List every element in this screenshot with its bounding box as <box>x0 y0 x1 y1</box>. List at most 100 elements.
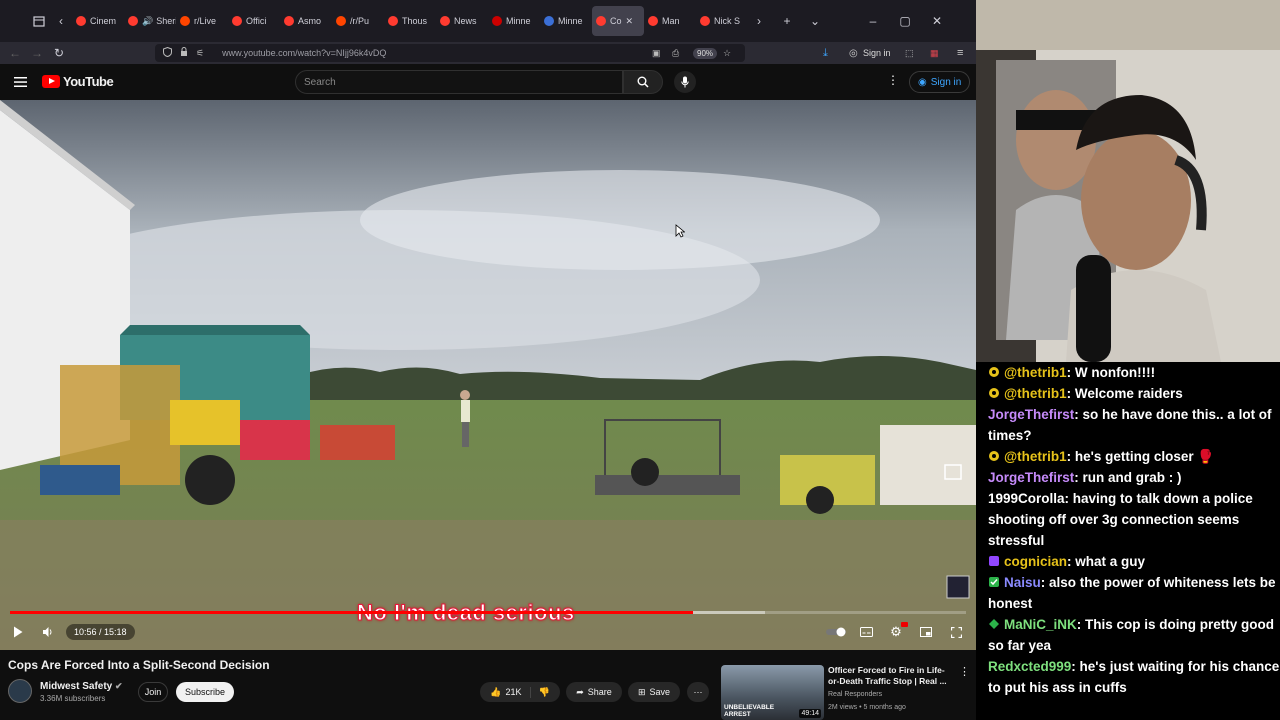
like-button[interactable]: 👍 21K <box>490 686 531 698</box>
browser-tab[interactable]: r/Live <box>176 6 228 36</box>
chat-text: : Welcome raiders <box>1066 386 1183 401</box>
more-actions-button[interactable]: ⋯ <box>687 682 709 702</box>
downloads-icon[interactable]: ⤓ <box>823 47 828 60</box>
close-window-icon[interactable]: ✕ <box>926 10 948 32</box>
share-button[interactable]: ➦ Share <box>566 682 622 702</box>
recommended-thumbnail[interactable]: UNBELIEVABLE ARREST 49:14 <box>721 665 824 720</box>
browser-tab[interactable]: Minne <box>488 6 540 36</box>
tab-favicon-icon <box>596 16 606 26</box>
tab-audio-icon[interactable]: 🔊 <box>142 16 153 27</box>
chat-username[interactable]: Redxcted999 <box>988 659 1071 674</box>
url-bar[interactable]: ⚟ www.youtube.com/watch?v=NIjj96k4vDQ ▣ … <box>155 44 745 62</box>
captions-button[interactable] <box>854 620 878 644</box>
fullscreen-button[interactable] <box>944 620 968 644</box>
youtube-signin-button[interactable]: ◉ Sign in <box>909 71 971 93</box>
webcam-frame <box>976 0 1280 362</box>
browser-signin[interactable]: Sign in <box>863 48 891 58</box>
tab-overview-icon[interactable] <box>28 10 50 32</box>
chat-username[interactable]: @thetrib1 <box>1004 386 1067 401</box>
chat-username[interactable]: 1999Corolla <box>988 491 1065 506</box>
chat-badge-icon <box>988 552 1000 566</box>
search-button[interactable] <box>623 70 663 94</box>
minimize-window-icon[interactable]: – <box>862 10 884 32</box>
join-button[interactable]: Join <box>138 682 168 702</box>
progress-bar[interactable] <box>10 611 966 614</box>
tab-label: Minne <box>558 16 583 26</box>
youtube-logo[interactable]: YouTube <box>42 74 114 89</box>
chat-username[interactable]: @thetrib1 <box>1004 449 1067 464</box>
more-options-icon[interactable]: ⋮ <box>887 73 899 87</box>
browser-tab[interactable]: News <box>436 6 488 36</box>
browser-tab[interactable]: Nick S <box>696 6 748 36</box>
shield-icon[interactable] <box>163 46 172 59</box>
tab-close-icon[interactable]: ✕ <box>626 16 634 27</box>
browser-tab[interactable]: Thous <box>384 6 436 36</box>
addon-icon[interactable]: ▦ <box>930 48 939 59</box>
youtube-logo-icon <box>42 75 60 88</box>
reload-icon[interactable]: ↻ <box>48 42 70 64</box>
chat-username[interactable]: JorgeThefirst <box>988 407 1074 422</box>
url-text[interactable]: www.youtube.com/watch?v=NIjj96k4vDQ <box>222 48 386 58</box>
lock-icon[interactable] <box>180 47 188 59</box>
buffer-bar <box>692 611 766 614</box>
volume-button[interactable] <box>36 620 60 644</box>
chat-username[interactable]: Naisu <box>1004 575 1041 590</box>
tab-list-chevron-icon[interactable]: ⌄ <box>804 10 826 32</box>
chat-username[interactable]: JorgeThefirst <box>988 470 1074 485</box>
maximize-window-icon[interactable]: ▢ <box>894 10 916 32</box>
tab-favicon-icon <box>440 16 450 26</box>
browser-tab[interactable]: Man <box>644 6 696 36</box>
recommended-more-icon[interactable]: ⋮ <box>959 665 970 678</box>
channel-name[interactable]: Midwest Safety ✔ <box>40 681 123 692</box>
gear-icon: ⚙ <box>890 624 902 639</box>
dislike-button[interactable]: 👎 <box>531 687 550 698</box>
browser-tab[interactable]: Offici <box>228 6 280 36</box>
scroll-tabs-right-icon[interactable]: › <box>748 10 770 32</box>
browser-tab[interactable]: /r/Pu <box>332 6 384 36</box>
chat-username[interactable]: @thetrib1 <box>1004 365 1067 380</box>
save-icon: ⊞ <box>637 686 646 697</box>
download-page-icon[interactable]: ⎙ <box>672 48 679 59</box>
channel-name-label: Midwest Safety <box>40 681 113 692</box>
channel-avatar[interactable] <box>8 679 32 703</box>
browser-tab[interactable]: Cinem <box>72 6 124 36</box>
chat-badge-icon <box>988 615 1000 629</box>
chat-username[interactable]: cognician <box>1004 554 1067 569</box>
chat-badge-icon <box>988 384 1000 398</box>
new-tab-icon[interactable]: + <box>776 10 798 32</box>
extensions-icon[interactable]: ⬚ <box>905 48 914 59</box>
voice-search-button[interactable] <box>674 71 696 93</box>
browser-tab[interactable]: Minne <box>540 6 592 36</box>
browser-tab[interactable]: Asmo <box>280 6 332 36</box>
search-icon <box>637 76 649 88</box>
scroll-tabs-left-icon[interactable]: ‹ <box>50 10 72 32</box>
tab-label: Offici <box>246 16 267 26</box>
tab-favicon-icon <box>76 16 86 26</box>
permissions-icon[interactable]: ⚟ <box>196 48 204 59</box>
guide-menu-icon[interactable] <box>14 75 27 93</box>
save-button[interactable]: ⊞ Save <box>628 682 680 702</box>
browser-tab[interactable]: 🔊Sherif <box>124 6 176 36</box>
settings-button[interactable]: ⚙ <box>884 620 908 644</box>
bookmark-star-icon[interactable]: ☆ <box>723 48 731 59</box>
browser-tab[interactable]: Co ✕ <box>592 6 644 36</box>
tab-list: Cinem 🔊Sherif r/Live Offici Asmo/r/Pu Thous Ne… <box>72 6 748 36</box>
tab-favicon-icon <box>336 16 346 26</box>
chat-username[interactable]: MaNiC_iNK <box>1004 617 1077 632</box>
back-icon[interactable]: ← <box>4 42 26 64</box>
forward-icon[interactable]: → <box>26 42 48 64</box>
play-button[interactable] <box>6 620 30 644</box>
autoplay-toggle[interactable] <box>824 620 848 644</box>
account-icon[interactable]: ◎ <box>849 48 858 59</box>
zoom-level[interactable]: 90% <box>693 47 718 59</box>
thumbs-up-icon: 👍 <box>490 686 502 697</box>
subscribe-button[interactable]: Subscribe <box>176 682 234 702</box>
search-input[interactable]: Search <box>295 70 623 94</box>
recommended-channel[interactable]: Real Responders <box>828 691 882 698</box>
recommended-title[interactable]: Officer Forced to Fire in Life-or-Death … <box>828 665 954 687</box>
app-menu-icon[interactable]: ≡ <box>957 47 963 59</box>
like-dislike-group: 👍 21K 👎 <box>480 682 560 702</box>
miniplayer-button[interactable] <box>914 620 938 644</box>
reader-view-icon[interactable]: ▣ <box>652 48 661 59</box>
video-player[interactable] <box>0 100 976 650</box>
